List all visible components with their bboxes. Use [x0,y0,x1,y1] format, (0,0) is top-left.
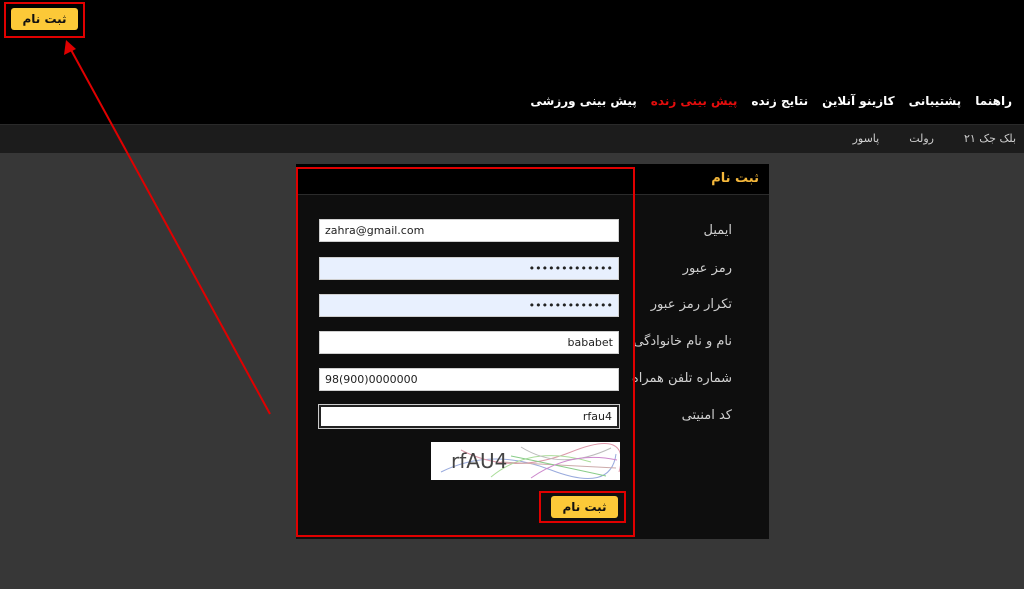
sub-nav-item-pasur[interactable]: پاسور [853,132,880,145]
password-confirm-label: تکرار رمز عبور [650,297,732,312]
nav-item-help[interactable]: راهنما [975,94,1012,112]
email-label: ایمیل [703,223,732,238]
captcha-text: rfAU4 [451,449,508,473]
security-code-label: کد امنیتی [681,408,732,423]
sub-nav: پاسور رولت بلک جک ۲۱ [853,132,1016,145]
password-label: رمز عبور [682,261,732,276]
captcha-image: rfAU4 [431,442,620,480]
header-register-button[interactable]: ثبت نام [11,8,78,30]
nav-item-live-betting[interactable]: پیش بینی زنده [651,94,738,112]
full-name-field[interactable] [319,331,619,354]
security-code-field[interactable] [318,404,620,429]
top-bar: ثبت نام پیش بینی ورزشی پیش بینی زنده نتا… [0,0,1024,124]
sub-nav-item-blackjack[interactable]: بلک جک ۲۱ [964,132,1016,145]
nav-item-online-casino[interactable]: کازینو آنلاین [822,94,895,112]
nav-item-support[interactable]: پشتیبانی [909,94,962,112]
password-confirm-field[interactable] [319,294,619,317]
password-field[interactable] [319,257,619,280]
panel-title: ثبت نام [711,171,759,186]
email-field[interactable] [319,219,619,242]
main-nav: پیش بینی ورزشی پیش بینی زنده نتایج زنده … [530,94,1012,112]
submit-button-highlight: ثبت نام [539,491,626,523]
submit-register-button[interactable]: ثبت نام [551,496,618,518]
phone-field[interactable] [319,368,619,391]
nav-item-sports-betting[interactable]: پیش بینی ورزشی [530,94,636,112]
sub-nav-item-roulette[interactable]: رولت [909,132,934,145]
register-button-highlight: ثبت نام [4,2,85,38]
phone-label: شماره تلفن همراه [631,371,732,386]
panel-header: ثبت نام [296,164,769,195]
nav-item-live-results[interactable]: نتایج زنده [751,94,808,112]
full-name-label: نام و نام خانوادگی [633,334,732,349]
sub-nav-bar: پاسور رولت بلک جک ۲۱ [0,124,1024,153]
